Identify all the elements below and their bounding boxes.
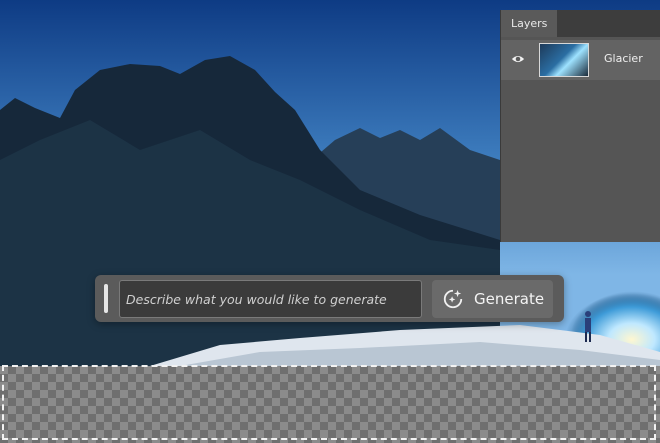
drag-handle[interactable] (104, 284, 108, 313)
generative-prompt-bar: Generate (95, 275, 564, 322)
prompt-input[interactable] (119, 280, 422, 318)
tab-layers[interactable]: Layers (501, 10, 558, 37)
canvas[interactable]: Layers Glacier Generate (0, 0, 660, 443)
layer-thumbnail (539, 43, 589, 77)
generate-label: Generate (474, 290, 545, 308)
sparkle-generate-icon (443, 289, 463, 309)
selection-marquee[interactable] (2, 365, 656, 440)
layers-panel: Layers Glacier (500, 10, 660, 242)
layer-name[interactable]: Glacier (604, 52, 643, 65)
layers-panel-header: Layers (501, 10, 660, 37)
generate-button[interactable]: Generate (432, 280, 553, 318)
layer-row-glacier[interactable]: Glacier (501, 40, 660, 80)
eye-icon[interactable] (511, 52, 525, 66)
